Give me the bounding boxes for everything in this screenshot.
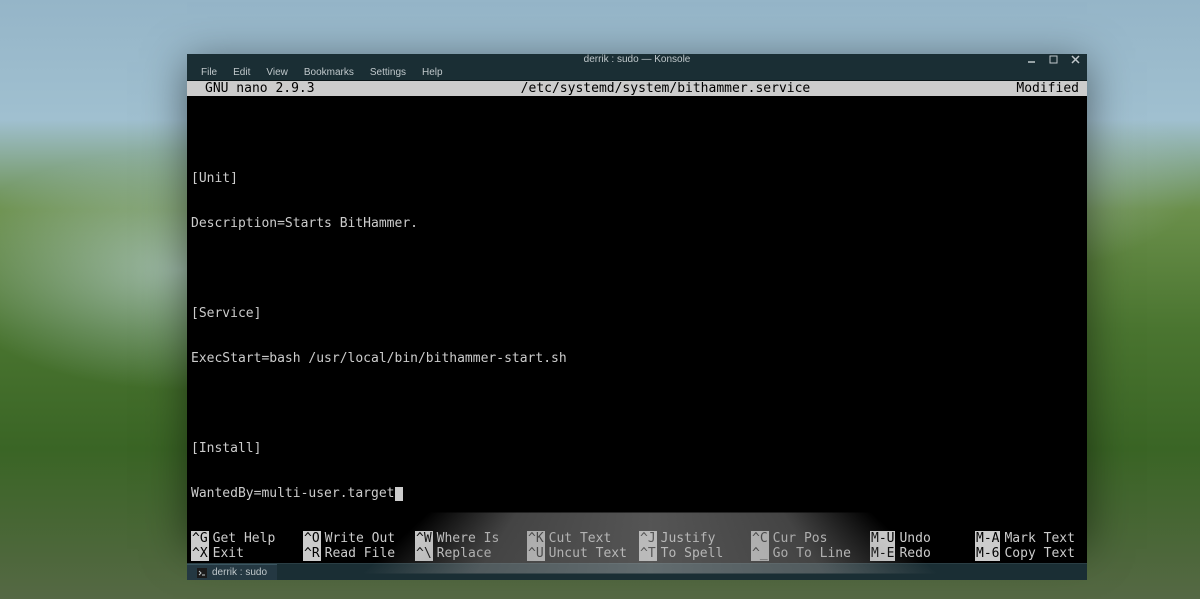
shortcut-cut-text[interactable]: ^KCut Text [527,531,639,546]
shortcut-mark-text[interactable]: M-AMark Text [975,531,1075,546]
text-cursor [395,487,403,501]
shortcut-undo[interactable]: M-UUndo [870,531,975,546]
shortcut-get-help[interactable]: ^GGet Help [191,531,303,546]
menu-edit[interactable]: Edit [227,65,256,80]
nano-shortcut-bar: ^GGet Help ^OWrite Out ^WWhere Is ^KCut … [187,531,1087,563]
terminal-icon [197,568,207,578]
nano-header: GNU nano 2.9.3 /etc/systemd/system/bitha… [187,81,1087,96]
nano-filename: /etc/systemd/system/bithammer.service [315,81,1017,96]
menu-help[interactable]: Help [416,65,449,80]
editor-line: [Install] [191,441,1083,456]
editor-line: WantedBy=multi-user.target [191,486,1083,501]
shortcut-exit[interactable]: ^XExit [191,546,303,561]
editor-line [191,126,1083,141]
shortcut-row: ^GGet Help ^OWrite Out ^WWhere Is ^KCut … [191,531,1083,546]
nano-status: Modified [1016,81,1083,96]
titlebar[interactable]: derrik : sudo — Konsole [187,54,1087,65]
editor-line [191,396,1083,411]
editor-line: ExecStart=bash /usr/local/bin/bithammer-… [191,351,1083,366]
editor-line: [Service] [191,306,1083,321]
titlebar-controls [1025,54,1081,66]
shortcut-go-to-line[interactable]: ^_Go To Line [751,546,870,561]
editor-line [191,261,1083,276]
menu-file[interactable]: File [195,65,223,80]
shortcut-to-spell[interactable]: ^TTo Spell [639,546,751,561]
nano-version: GNU nano 2.9.3 [191,81,315,96]
nano-editor-body[interactable]: [Unit] Description=Starts BitHammer. [Se… [187,96,1087,531]
shortcut-copy-text[interactable]: M-6Copy Text [975,546,1075,561]
tab-label: derrik : sudo [212,567,267,578]
terminal-tab[interactable]: derrik : sudo [187,564,277,580]
minimize-button[interactable] [1025,54,1037,66]
shortcut-replace[interactable]: ^\Replace [415,546,527,561]
shortcut-where-is[interactable]: ^WWhere Is [415,531,527,546]
close-button[interactable] [1069,54,1081,66]
shortcut-write-out[interactable]: ^OWrite Out [303,531,415,546]
tab-strip: derrik : sudo [187,563,1087,580]
shortcut-read-file[interactable]: ^RRead File [303,546,415,561]
menubar: File Edit View Bookmarks Settings Help [187,65,1087,81]
shortcut-justify[interactable]: ^JJustify [639,531,751,546]
maximize-icon [1049,55,1058,64]
maximize-button[interactable] [1047,54,1059,66]
minimize-icon [1027,55,1036,64]
window-title: derrik : sudo — Konsole [584,54,691,65]
shortcut-redo[interactable]: M-ERedo [870,546,975,561]
menu-view[interactable]: View [260,65,294,80]
konsole-window: derrik : sudo — Konsole File Edit View B… [187,54,1087,541]
shortcut-uncut-text[interactable]: ^UUncut Text [527,546,639,561]
menu-settings[interactable]: Settings [364,65,412,80]
shortcut-row: ^XExit ^RRead File ^\Replace ^UUncut Tex… [191,546,1083,561]
menu-bookmarks[interactable]: Bookmarks [298,65,360,80]
close-icon [1071,55,1080,64]
editor-line: Description=Starts BitHammer. [191,216,1083,231]
shortcut-cur-pos[interactable]: ^CCur Pos [751,531,870,546]
terminal[interactable]: GNU nano 2.9.3 /etc/systemd/system/bitha… [187,81,1087,563]
editor-line: [Unit] [191,171,1083,186]
